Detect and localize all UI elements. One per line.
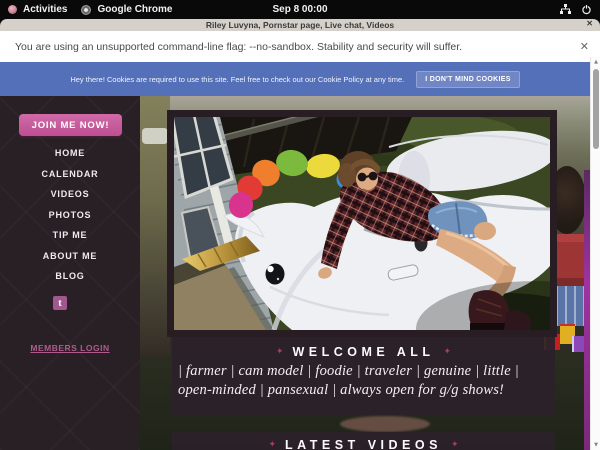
sidebar-item-calendar[interactable]: CALENDAR bbox=[0, 164, 140, 185]
warning-text: You are using an unsupported command-lin… bbox=[15, 41, 462, 53]
sidebar-item-about-me[interactable]: ABOUT ME bbox=[0, 246, 140, 267]
page-viewport: Hey there! Cookies are required to use t… bbox=[0, 62, 590, 450]
scrollbar-down-icon[interactable]: ▼ bbox=[591, 442, 600, 448]
sidebar-item-photos[interactable]: PHOTOS bbox=[0, 205, 140, 226]
scrollbar[interactable]: ▲ ▼ bbox=[590, 57, 600, 450]
background-blob bbox=[340, 416, 430, 432]
sidebar-item-videos[interactable]: VIDEOS bbox=[0, 184, 140, 205]
scrollbar-thumb[interactable] bbox=[593, 69, 599, 149]
sidebar-item-blog[interactable]: BLOG bbox=[0, 266, 140, 287]
sidebar-nav: HOME CALENDAR VIDEOS PHOTOS TIP ME ABOUT… bbox=[0, 143, 140, 287]
ornament-icon: ✦ bbox=[451, 440, 459, 450]
sidebar-item-tip-me[interactable]: TIP ME bbox=[0, 225, 140, 246]
ornament-icon: ✦ bbox=[276, 347, 284, 357]
latest-videos-heading: LATEST VIDEOS bbox=[285, 438, 442, 450]
window-close-icon[interactable]: ✕ bbox=[586, 19, 593, 28]
welcome-heading: WELCOME ALL bbox=[292, 345, 434, 359]
hero-photo bbox=[167, 110, 557, 337]
cookie-accept-button[interactable]: I DON'T MIND COOKIES bbox=[416, 71, 519, 88]
scrollbar-up-icon[interactable]: ▲ bbox=[591, 59, 600, 65]
sidebar: JOIN ME NOW! HOME CALENDAR VIDEOS PHOTOS… bbox=[0, 96, 140, 450]
window-title-bar: Riley Luvyna, Pornstar page, Live chat, … bbox=[0, 19, 600, 31]
welcome-panel: ✦ WELCOME ALL ✦ | farmer | cam model | f… bbox=[172, 337, 555, 415]
ornament-icon: ✦ bbox=[269, 440, 277, 450]
rider-sunglasses bbox=[366, 176, 369, 177]
warning-close-icon[interactable]: ✕ bbox=[580, 40, 589, 53]
background-object bbox=[142, 128, 168, 144]
chrome-warning-bar: You are using an unsupported command-lin… bbox=[0, 31, 600, 62]
network-icon[interactable] bbox=[560, 4, 571, 15]
window-title: Riley Luvyna, Pornstar page, Live chat, … bbox=[206, 20, 394, 30]
bio-tagline: | farmer | cam model | foodie | traveler… bbox=[172, 359, 555, 400]
cookie-message: Hey there! Cookies are required to use t… bbox=[70, 75, 404, 84]
latest-videos-panel: ✦ LATEST VIDEOS ✦ bbox=[172, 432, 555, 450]
clock[interactable]: Sep 8 00:00 bbox=[0, 4, 600, 15]
ornament-icon: ✦ bbox=[444, 347, 452, 357]
unicorn-photo-illustration bbox=[174, 117, 550, 330]
power-icon[interactable] bbox=[581, 4, 592, 15]
sidebar-item-home[interactable]: HOME bbox=[0, 143, 140, 164]
members-login-link[interactable]: MEMBERS LOGIN bbox=[0, 343, 140, 353]
join-me-now-button[interactable]: JOIN ME NOW! bbox=[19, 114, 122, 136]
cookie-banner: Hey there! Cookies are required to use t… bbox=[0, 62, 590, 96]
gnome-top-bar: Activities Google Chrome Sep 8 00:00 bbox=[0, 0, 600, 19]
tumblr-icon[interactable]: t bbox=[53, 296, 67, 310]
